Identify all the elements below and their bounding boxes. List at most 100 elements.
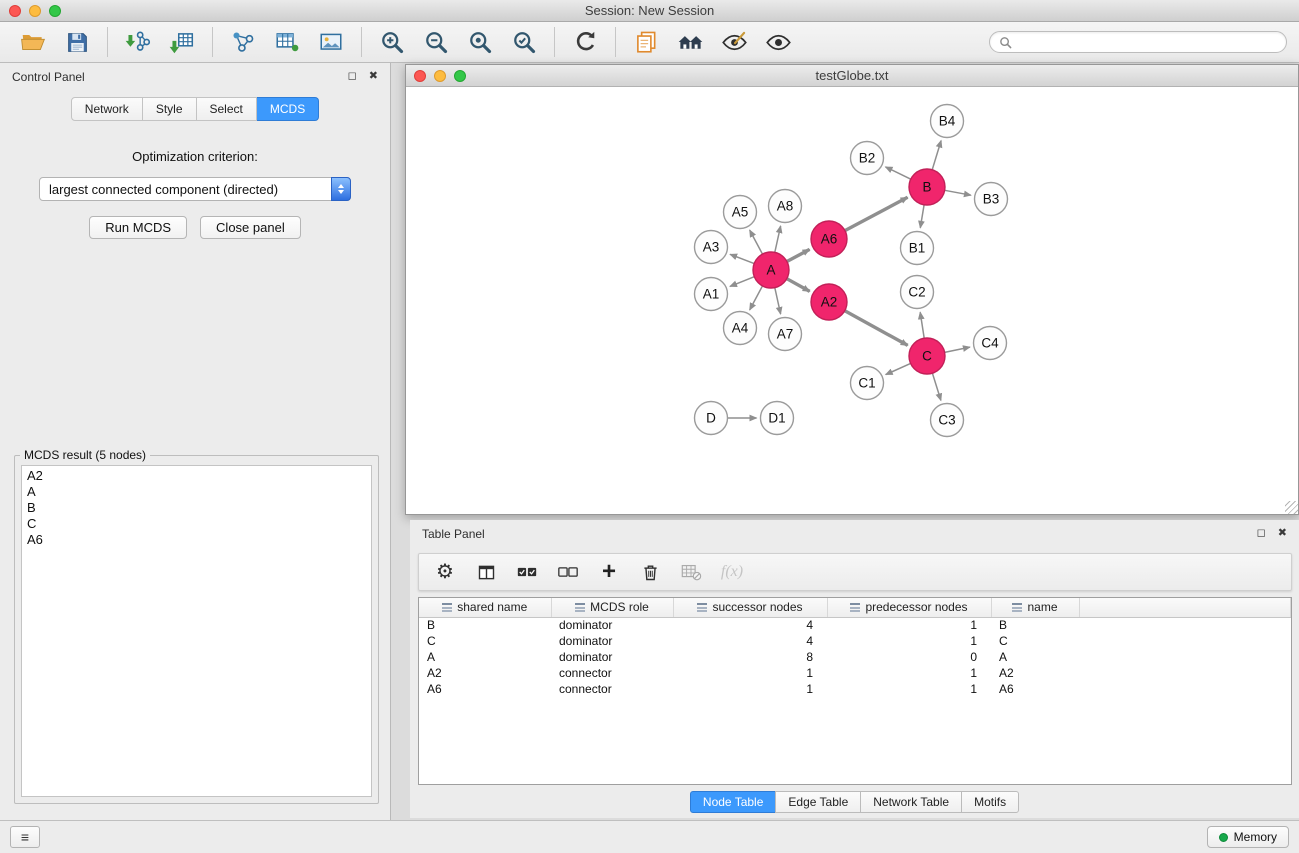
edge-B-B4[interactable] <box>932 141 941 170</box>
node-C2[interactable]: C2 <box>901 276 934 309</box>
maximize-window-button[interactable] <box>49 5 61 17</box>
node-D1[interactable]: D1 <box>761 402 794 435</box>
control-panel-tab-mcds[interactable]: MCDS <box>257 97 319 121</box>
mcds-result-list[interactable]: A2ABCA6 <box>21 465 372 797</box>
table-row[interactable]: Adominator80A <box>419 649 1291 665</box>
node-A8[interactable]: A8 <box>769 190 802 223</box>
zoom-out-button[interactable] <box>415 24 457 60</box>
table-row[interactable]: A6connector11A6 <box>419 681 1291 697</box>
edge-B-B1[interactable] <box>920 205 924 228</box>
close-panel-button[interactable]: Close panel <box>200 216 301 239</box>
add-column-button[interactable]: + <box>595 558 623 586</box>
node-A5[interactable]: A5 <box>724 196 757 229</box>
import-table-button[interactable] <box>161 24 203 60</box>
close-control-panel-icon[interactable]: ✖ <box>369 71 378 82</box>
node-D[interactable]: D <box>695 402 728 435</box>
table-settings-button[interactable]: ⚙ <box>431 558 459 586</box>
close-window-button[interactable] <box>9 5 21 17</box>
node-A1[interactable]: A1 <box>695 278 728 311</box>
search-input[interactable] <box>1017 35 1277 49</box>
minimize-network-window-button[interactable] <box>434 70 446 82</box>
node-A4[interactable]: A4 <box>724 312 757 345</box>
run-mcds-button[interactable]: Run MCDS <box>89 216 187 239</box>
table-row[interactable]: Cdominator41C <box>419 633 1291 649</box>
edge-A-A5[interactable] <box>750 230 763 254</box>
minimize-window-button[interactable] <box>29 5 41 17</box>
edge-C-C3[interactable] <box>932 373 941 400</box>
mcds-result-item[interactable]: A <box>27 484 366 500</box>
edge-B-B2[interactable] <box>886 167 911 179</box>
node-A3[interactable]: A3 <box>695 231 728 264</box>
table-row[interactable]: A2connector11A2 <box>419 665 1291 681</box>
edge-C-C1[interactable] <box>886 363 911 374</box>
node-A2[interactable]: A2 <box>811 284 847 320</box>
node-B[interactable]: B <box>909 169 945 205</box>
duplicate-view-button[interactable] <box>625 24 667 60</box>
edge-A-A2[interactable] <box>787 279 810 292</box>
control-panel-tab-network[interactable]: Network <box>71 97 143 121</box>
node-B3[interactable]: B3 <box>975 183 1008 216</box>
close-table-panel-icon[interactable]: ✖ <box>1278 528 1287 539</box>
zoom-in-button[interactable] <box>371 24 413 60</box>
table-tab-edge-table[interactable]: Edge Table <box>775 791 861 813</box>
mcds-result-item[interactable]: B <box>27 500 366 516</box>
mcds-result-item[interactable]: A6 <box>27 532 366 548</box>
save-session-button[interactable] <box>56 24 98 60</box>
network-from-table-button[interactable] <box>266 24 308 60</box>
edge-B-B3[interactable] <box>945 190 971 195</box>
network-canvas[interactable]: B4 B2 B B3 A8 A5 A6 A3 B1 A C2 A1 A2 A4 A7 C4 C C1 C3 D D1 <box>406 87 1298 514</box>
table-tab-node-table[interactable]: Node Table <box>690 791 777 813</box>
column-header-shared-name[interactable]: shared name <box>419 598 551 617</box>
show-graphics-button[interactable] <box>757 24 799 60</box>
column-visibility-button[interactable] <box>472 558 500 586</box>
node-A6[interactable]: A6 <box>811 221 847 257</box>
column-header-predecessor-nodes[interactable]: predecessor nodes <box>827 598 991 617</box>
column-header-MCDS-role[interactable]: MCDS role <box>551 598 673 617</box>
node-A7[interactable]: A7 <box>769 318 802 351</box>
float-control-panel-icon[interactable]: ◻ <box>348 71 357 82</box>
edge-A-A6[interactable] <box>787 249 810 261</box>
deselect-all-rows-button[interactable] <box>554 558 582 586</box>
zoom-selected-button[interactable] <box>503 24 545 60</box>
close-network-window-button[interactable] <box>414 70 426 82</box>
mcds-result-item[interactable]: A2 <box>27 468 366 484</box>
edge-C-C2[interactable] <box>920 312 924 338</box>
window-resize-grip[interactable] <box>1285 501 1298 514</box>
show-panels-button[interactable]: ≡ <box>10 826 40 848</box>
network-window-titlebar[interactable]: testGlobe.txt <box>406 65 1298 87</box>
node-C1[interactable]: C1 <box>851 367 884 400</box>
float-table-panel-icon[interactable]: ◻ <box>1257 528 1266 539</box>
edge-A-A8[interactable] <box>775 226 781 252</box>
criterion-dropdown[interactable]: largest connected component (directed) <box>39 177 351 201</box>
table-tab-network-table[interactable]: Network Table <box>860 791 962 813</box>
annotation-mode-button[interactable] <box>713 24 755 60</box>
select-all-rows-button[interactable] <box>513 558 541 586</box>
control-panel-tab-style[interactable]: Style <box>143 97 197 121</box>
edge-A-A3[interactable] <box>730 254 754 263</box>
edge-C-C4[interactable] <box>945 347 970 352</box>
edge-A6-B[interactable] <box>845 197 908 230</box>
open-session-button[interactable] <box>12 24 54 60</box>
node-C3[interactable]: C3 <box>931 404 964 437</box>
control-panel-tab-select[interactable]: Select <box>197 97 257 121</box>
node-B1[interactable]: B1 <box>901 232 934 265</box>
edge-A2-C[interactable] <box>845 311 908 346</box>
home-button[interactable] <box>669 24 711 60</box>
column-header-successor-nodes[interactable]: successor nodes <box>673 598 827 617</box>
export-image-button[interactable] <box>310 24 352 60</box>
node-C4[interactable]: C4 <box>974 327 1007 360</box>
edge-A-A4[interactable] <box>750 286 763 310</box>
memory-button[interactable]: Memory <box>1207 826 1289 848</box>
import-network-button[interactable] <box>117 24 159 60</box>
node-B2[interactable]: B2 <box>851 142 884 175</box>
node-A[interactable]: A <box>753 252 789 288</box>
node-C[interactable]: C <box>909 338 945 374</box>
apply-layout-button[interactable] <box>564 24 606 60</box>
mcds-result-item[interactable]: C <box>27 516 366 532</box>
maximize-network-window-button[interactable] <box>454 70 466 82</box>
edge-A-A1[interactable] <box>730 277 754 287</box>
node-B4[interactable]: B4 <box>931 105 964 138</box>
delete-button[interactable] <box>636 558 664 586</box>
edge-A-A7[interactable] <box>775 288 781 314</box>
table-tab-motifs[interactable]: Motifs <box>961 791 1019 813</box>
